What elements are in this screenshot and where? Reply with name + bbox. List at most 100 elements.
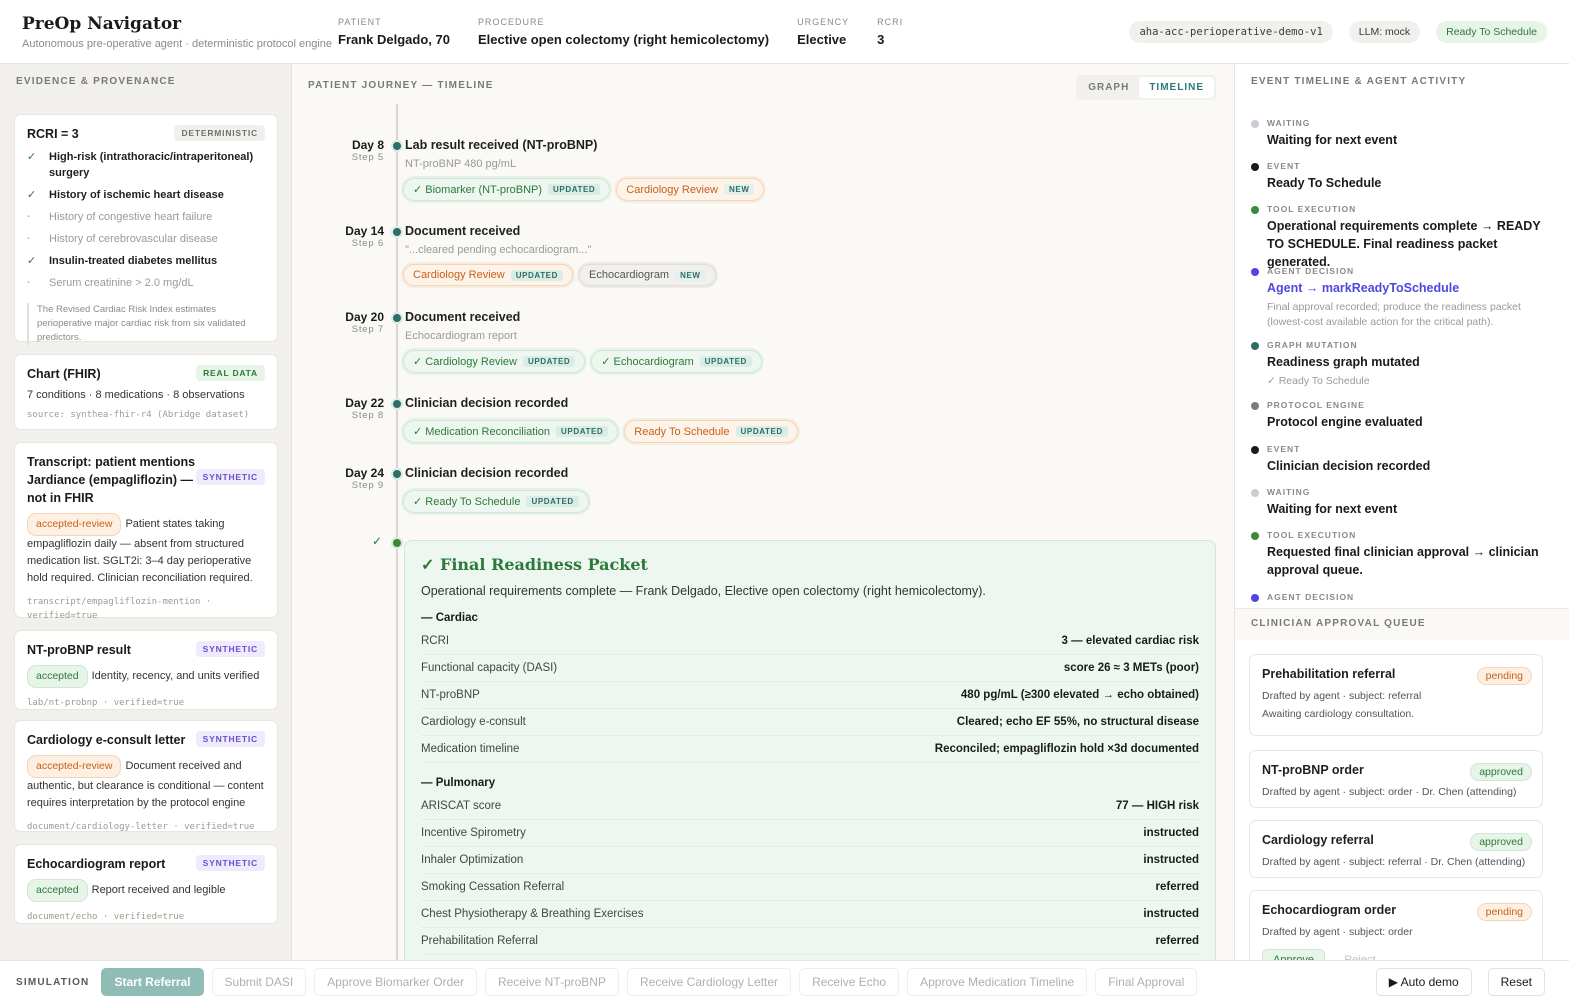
event-dot [1251,268,1259,276]
queue-item[interactable]: Prehabilitation referral pending Drafted… [1249,654,1543,736]
tab-timeline[interactable]: TIMELINE [1139,77,1214,98]
timeline-dot [391,312,403,324]
node-chip[interactable]: ✓ Ready To Schedule UPDATED [403,490,589,513]
card-title: Cardiology e-consult letter [27,733,186,747]
event-type: EVENT [1267,161,1301,171]
step-title: Clinician decision recorded [405,466,569,480]
field-label: PATIENT [338,16,382,27]
timeline-panel: PATIENT JOURNEY — TIMELINE GRAPH TIMELIN… [292,64,1234,960]
criterion-item: ✓ Insulin-treated diabetes mellitus [27,253,265,269]
status-badge: pending [1476,667,1532,685]
node-chip[interactable]: ✓ Echocardiogram UPDATED [591,350,762,373]
simulation-label: SIMULATION [16,976,90,988]
chip-badge: UPDATED [548,184,601,195]
step-title: Document received [405,310,521,324]
chip-label: ✓ Echocardiogram [601,356,694,368]
source-ref: lab/nt-probnp · verified=true [27,698,185,708]
criterion-item: ✓ History of ischemic heart disease [27,187,265,203]
cardiology-card[interactable]: Cardiology e-consult letter SYNTHETIC ac… [14,720,278,832]
chip-label: Echocardiogram [589,269,670,281]
receive-echo-button[interactable]: Receive Echo [799,968,900,996]
row-key: RCRI [421,635,450,647]
step-title: Lab result received (NT-proBNP) [405,138,598,152]
node-chip[interactable]: Cardiology Review UPDATED [403,264,573,286]
check-icon: ✓ [27,189,37,201]
reject-button[interactable]: Reject [1334,950,1385,960]
receive-cardiology-button[interactable]: Receive Cardiology Letter [626,968,792,996]
receive-ntprobnp-button[interactable]: Receive NT-proBNP [484,968,619,996]
node-chip[interactable]: ✓ Cardiology Review UPDATED [403,350,586,373]
row-value: 3 — elevated cardiac risk [1061,635,1199,647]
event-type: AGENT DECISION [1267,266,1355,276]
queue-item[interactable]: Cardiology referral approved Drafted by … [1249,820,1543,878]
step-day: Day 20 [345,310,384,324]
chip-label: Cardiology Review [413,269,505,281]
start-referral-button[interactable]: Start Referral [101,968,204,996]
event-item: WAITING Waiting for next event [1251,118,1551,149]
reset-button[interactable]: Reset [1487,968,1545,996]
synthetic-tag: SYNTHETIC [195,731,265,747]
chip-label: ✓ Medication Reconciliation [413,426,551,438]
source-ref: transcript/empagliflozin-mention · verif… [27,597,212,621]
event-dot [1251,120,1259,128]
approve-button[interactable]: Approve [1262,949,1325,960]
row-value: 77 — HIGH risk [1115,800,1199,812]
row-key: Cardiology e-consult [421,716,526,728]
step-day: Day 14 [345,224,384,238]
row-key: NT-proBNP [421,689,480,701]
row-value: Reconciled; empagliflozin hold ×3d docum… [934,743,1199,755]
synthetic-tag: SYNTHETIC [195,469,265,485]
deterministic-tag: DETERMINISTIC [174,125,265,141]
node-chip[interactable]: Ready To Schedule UPDATED [624,420,798,443]
ntprobnp-card[interactable]: NT-proBNP result SYNTHETIC accepted Ident… [14,630,278,710]
event-title: Requested final clinician approval → cli… [1267,545,1539,577]
bullet-icon: · [27,233,31,245]
step-day: Day 8 [351,138,384,152]
event-type: TOOL EXECUTION [1267,530,1357,540]
tab-graph[interactable]: GRAPH [1078,77,1139,98]
card-title: Transcript: patient mentions Jardiance (… [27,455,196,505]
packet-row: Chest Physiotherapy & Breathing Exercise… [421,901,1199,928]
node-chip[interactable]: Echocardiogram NEW [579,264,716,286]
step-number: Step 7 [351,324,384,335]
bullet-icon: · [27,277,31,289]
queue-item[interactable]: Echocardiogram order pending Drafted by … [1249,890,1543,960]
event-dot [1251,206,1259,214]
node-chip[interactable]: Cardiology Review NEW [616,178,765,201]
queue-item-subtitle: Drafted by agent · subject: order [1262,926,1413,938]
criterion-text: Serum creatinine > 2.0 mg/dL [49,277,194,289]
readiness-packet: ✓ Final Readiness Packet Operational req… [404,540,1216,960]
event-dot [1251,446,1259,454]
status-badge: accepted-review [27,755,122,778]
step-number: Step 5 [351,152,384,163]
approve-medication-button[interactable]: Approve Medication Timeline [907,968,1088,996]
event-dot [1251,594,1259,602]
event-type: EVENT [1267,444,1301,454]
event-item: PROTOCOL ENGINE Protocol engine evaluate… [1251,400,1551,431]
approve-biomarker-button[interactable]: Approve Biomarker Order [314,968,477,996]
node-chip[interactable]: ✓ Medication Reconciliation UPDATED [403,420,619,443]
chip-badge: UPDATED [735,426,788,437]
transcript-card[interactable]: Transcript: patient mentions Jardiance (… [14,442,278,621]
packet-row: Smoking Cessation Referral referred [421,874,1199,901]
source-ref: document/cardiology-letter · verified=tr… [27,822,255,832]
patient-name: Frank Delgado, 70 [338,31,450,47]
queue-item[interactable]: NT-proBNP order approved Drafted by agen… [1249,750,1543,808]
event-title[interactable]: Agent → markReadyToSchedule [1267,279,1551,297]
packet-row: NT-proBNP 480 pg/mL (≥300 elevated → echo… [421,682,1199,709]
chart-card[interactable]: Chart (FHIR) REAL DATA 7 conditions · 8 … [14,354,278,430]
auto-demo-button[interactable]: ▶ Auto demo [1375,968,1472,996]
row-key: ARISCAT score [421,800,502,812]
app-subtitle: Autonomous pre-operative agent · determi… [22,37,333,50]
row-value: instructed [1143,827,1199,839]
submit-dasi-button[interactable]: Submit DASI [211,968,307,996]
status-badge: pending [1476,903,1532,921]
rcri-card[interactable]: RCRI = 3 DETERMINISTIC ✓ High-risk (intra… [14,114,278,345]
node-chip[interactable]: ✓ Biomarker (NT-proBNP) UPDATED [403,178,611,201]
chip-badge: UPDATED [699,356,752,367]
status-badge: Ready To Schedule [1436,20,1547,43]
echo-card[interactable]: Echocardiogram report SYNTHETIC accepted… [14,844,278,924]
row-value: referred [1155,881,1199,893]
final-approval-button[interactable]: Final Approval [1095,968,1198,996]
queue-item-note: Awaiting cardiology consultation. [1262,708,1415,720]
